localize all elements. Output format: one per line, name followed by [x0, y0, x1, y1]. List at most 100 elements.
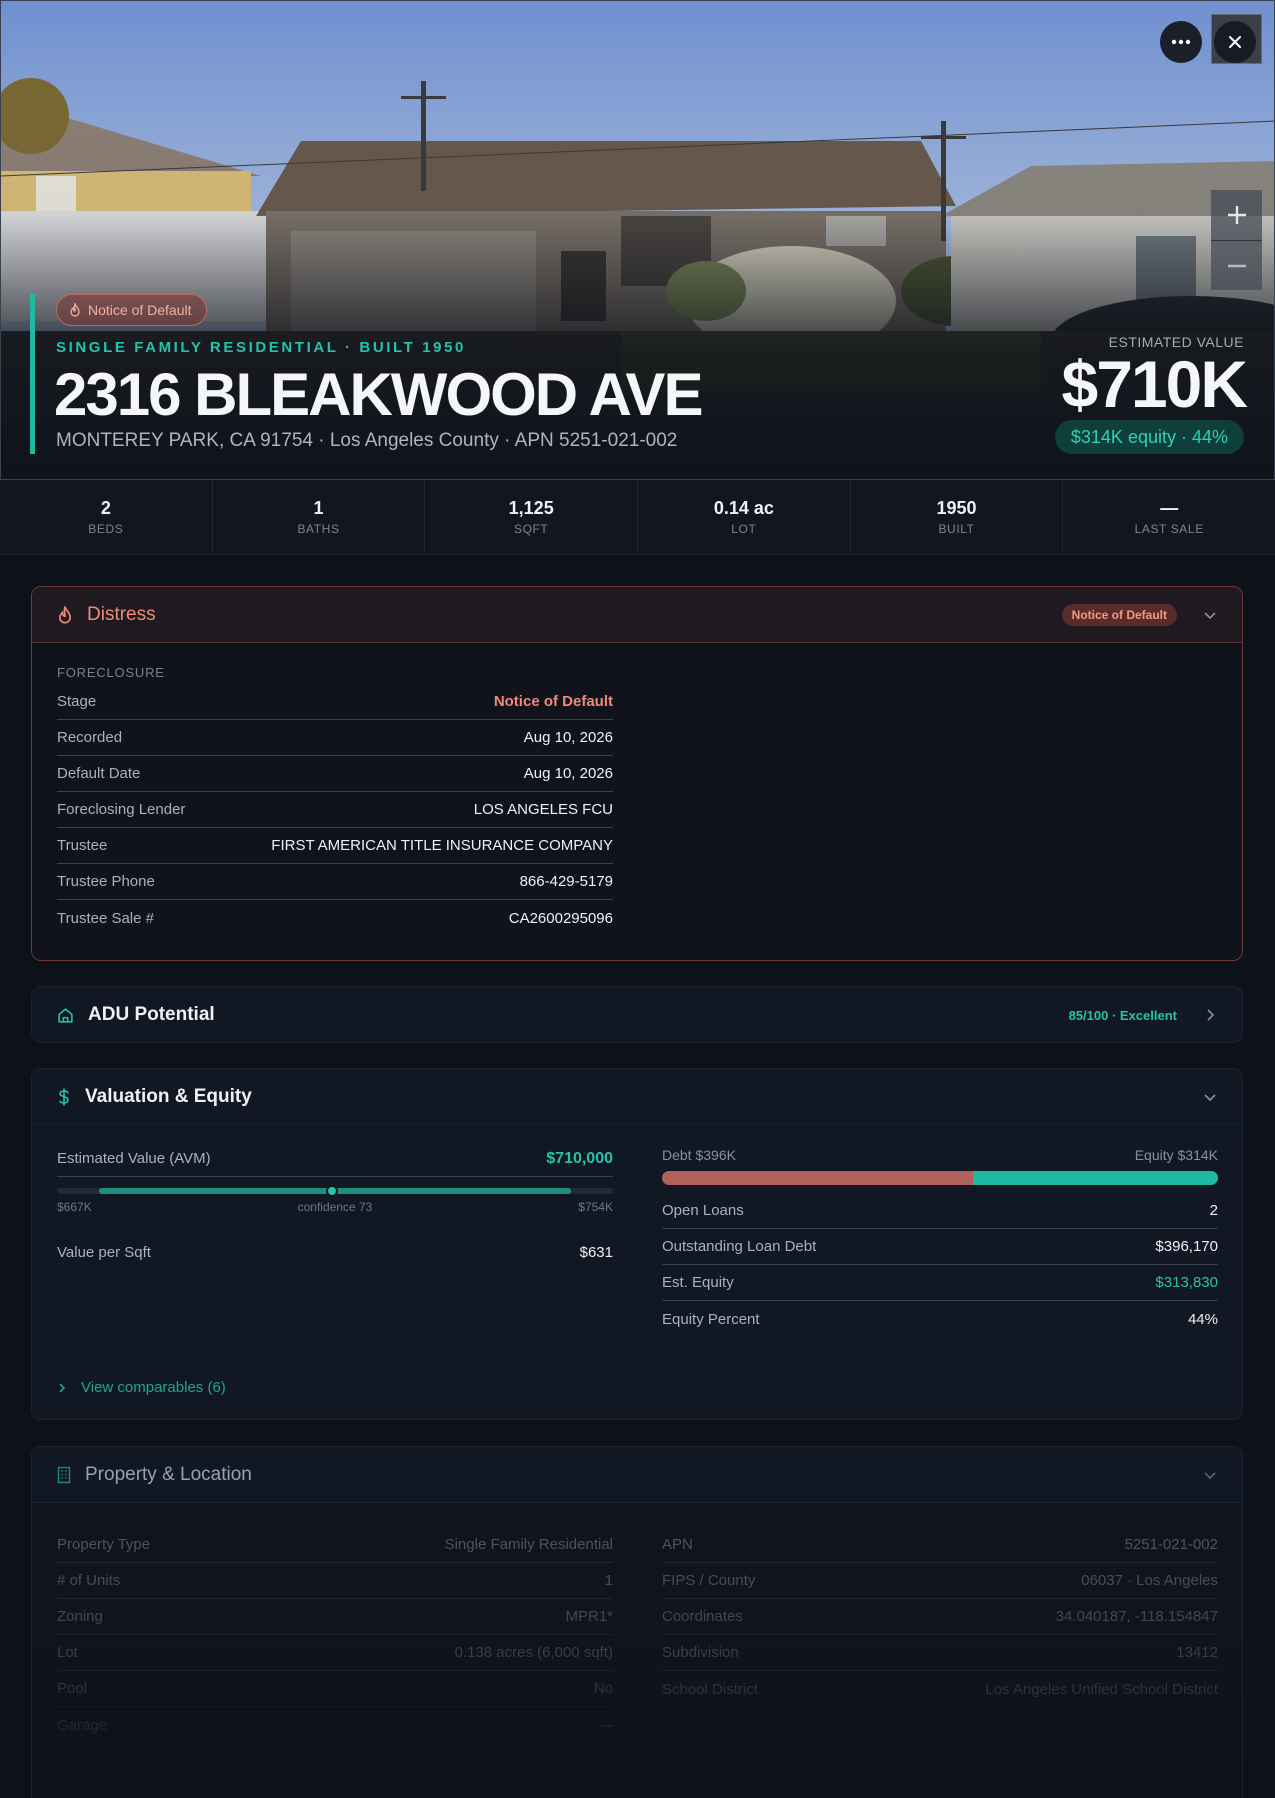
adu-score: 85/100 · Excellent	[1068, 1007, 1177, 1023]
property-details-right: APN 5251-021-002 FIPS / County 06037 · Los…	[662, 1527, 1218, 1707]
stat-value: —	[1160, 498, 1179, 518]
row-value: $396,170	[1155, 1238, 1218, 1255]
detail-row: Open Loans 2	[662, 1193, 1218, 1229]
adu-card[interactable]: ADU Potential 85/100 · Excellent	[31, 986, 1243, 1043]
section-caption: FORECLOSURE	[57, 665, 165, 680]
row-value: LOS ANGELES FCU	[473, 801, 613, 818]
row-key: Estimated Value (AVM)	[57, 1150, 211, 1167]
distress-badge-label: Notice of Default	[88, 302, 192, 318]
row-value: $631	[579, 1243, 613, 1261]
row-value: Single Family Residential	[444, 1536, 613, 1553]
range-low: $667K	[57, 1200, 92, 1214]
detail-row: Garage —	[57, 1707, 613, 1743]
row-key: Equity Percent	[662, 1310, 760, 1328]
detail-row: # of Units 1	[57, 1563, 613, 1599]
stat-value: 1	[313, 498, 324, 518]
distress-title: Distress	[87, 603, 156, 625]
row-value: $710,000	[546, 1149, 613, 1167]
detail-row: Trustee Phone 866-429-5179	[57, 864, 613, 900]
more-options-button[interactable]	[1160, 21, 1202, 63]
property-details-left: Property Type Single Family Residential #…	[57, 1527, 613, 1743]
detail-row: FIPS / County 06037 · Los Angeles	[662, 1563, 1218, 1599]
plus-icon	[1227, 206, 1246, 224]
dollar-icon	[59, 1087, 69, 1106]
confidence-labels: $667K confidence 73 $754K	[57, 1200, 613, 1214]
flame-icon	[59, 605, 71, 623]
row-key: Outstanding Loan Debt	[662, 1238, 817, 1255]
row-key: Property Type	[57, 1536, 151, 1553]
avm-marker	[326, 1185, 339, 1197]
row-key: # of Units	[57, 1572, 121, 1589]
stat-label: BEDS	[88, 522, 124, 536]
detail-row: School District Los Angeles Unified Schoo…	[662, 1671, 1218, 1707]
stat-built: 1950 BUILT	[851, 480, 1064, 554]
stat-lot: 0.14 ac LOT	[638, 480, 851, 554]
row-key: Open Loans	[662, 1202, 744, 1219]
debt-equity-block: Debt $396K Equity $314K Open Loans 2 Outs…	[662, 1147, 1218, 1337]
row-key: Zoning	[57, 1608, 103, 1625]
stat-label: BUILT	[938, 522, 975, 536]
distress-card: Distress Notice of Default FORECLOSURE S…	[31, 586, 1243, 961]
row-value: $313,830	[1155, 1274, 1218, 1291]
home-icon	[58, 1007, 73, 1023]
detail-row: Stage Notice of Default	[57, 684, 613, 720]
chevron-down-icon[interactable]	[1203, 1090, 1217, 1104]
row-value: 34.040187, -118.154847	[1055, 1608, 1218, 1625]
row-key: School District	[662, 1680, 758, 1698]
hero-accent-bar	[30, 294, 35, 454]
property-header[interactable]: Property & Location	[32, 1447, 1242, 1503]
per-sqft-row: Value per Sqft $631	[57, 1234, 613, 1270]
stat-baths: 1 BATHS	[213, 480, 426, 554]
detail-row: Property Type Single Family Residential	[57, 1527, 613, 1563]
row-key: Pool	[57, 1680, 88, 1697]
view-comparables-label: View comparables (6)	[81, 1379, 226, 1396]
row-key: Foreclosing Lender	[57, 801, 186, 818]
avm-block: Estimated Value (AVM) $710,000 $667K con…	[57, 1141, 613, 1270]
row-value: 866-429-5179	[519, 873, 613, 890]
zoom-in-button[interactable]	[1211, 190, 1262, 240]
minus-icon	[1227, 264, 1246, 267]
row-value: MPR1*	[565, 1608, 613, 1625]
detail-row: Trustee Sale # CA2600295096	[57, 900, 613, 936]
chevron-down-icon[interactable]	[1203, 608, 1217, 622]
zoom-out-button[interactable]	[1211, 240, 1262, 290]
row-value: 5251-021-002	[1124, 1536, 1218, 1553]
equity-label: Equity $314K	[1134, 1147, 1218, 1163]
stat-label: LOT	[731, 522, 757, 536]
property-subtitle: SINGLE FAMILY RESIDENTIAL · BUILT 1950	[56, 339, 466, 356]
row-value: 0.138 acres (6,000 sqft)	[454, 1644, 613, 1661]
row-value: Notice of Default	[493, 693, 613, 710]
distress-header[interactable]: Distress Notice of Default	[32, 587, 1242, 643]
chevron-right-icon[interactable]	[1203, 1008, 1217, 1022]
row-key: Value per Sqft	[57, 1243, 151, 1261]
stat-beds: 2 BEDS	[0, 480, 213, 554]
row-key: Garage	[57, 1716, 108, 1734]
property-title: Property & Location	[85, 1463, 252, 1485]
property-location: MONTEREY PARK, CA 91754 · Los Angeles Co…	[56, 430, 678, 451]
row-value: —	[598, 1716, 613, 1734]
adu-header[interactable]: ADU Potential 85/100 · Excellent	[32, 987, 1242, 1042]
close-icon	[1229, 36, 1241, 48]
avm-row: Estimated Value (AVM) $710,000	[57, 1141, 613, 1177]
view-comparables-link[interactable]: View comparables (6)	[57, 1379, 226, 1396]
detail-row: Trustee FIRST AMERICAN TITLE INSURANCE CO…	[57, 828, 613, 864]
row-value: Aug 10, 2026	[523, 765, 613, 782]
row-key: Subdivision	[662, 1644, 739, 1661]
adu-title: ADU Potential	[88, 1004, 215, 1025]
detail-row: Lot 0.138 acres (6,000 sqft)	[57, 1635, 613, 1671]
valuation-header[interactable]: Valuation & Equity	[32, 1069, 1242, 1125]
row-value: 2	[1209, 1202, 1218, 1219]
detail-row: APN 5251-021-002	[662, 1527, 1218, 1563]
detail-row: Subdivision 13412	[662, 1635, 1218, 1671]
valuation-card: Valuation & Equity Estimated Value (AVM)…	[31, 1068, 1243, 1420]
chevron-down-icon[interactable]	[1203, 1468, 1217, 1482]
distress-status-badge: Notice of Default	[1061, 603, 1177, 626]
building-icon	[57, 1466, 71, 1483]
property-location-card: Property & Location Property Type Single …	[31, 1446, 1243, 1798]
row-value: FIRST AMERICAN TITLE INSURANCE COMPANY	[271, 837, 613, 854]
row-key: Est. Equity	[662, 1274, 734, 1291]
detail-row: Equity Percent 44%	[662, 1301, 1218, 1337]
row-value: 13412	[1176, 1644, 1218, 1661]
row-key: FIPS / County	[662, 1572, 756, 1589]
close-button[interactable]	[1214, 21, 1256, 63]
